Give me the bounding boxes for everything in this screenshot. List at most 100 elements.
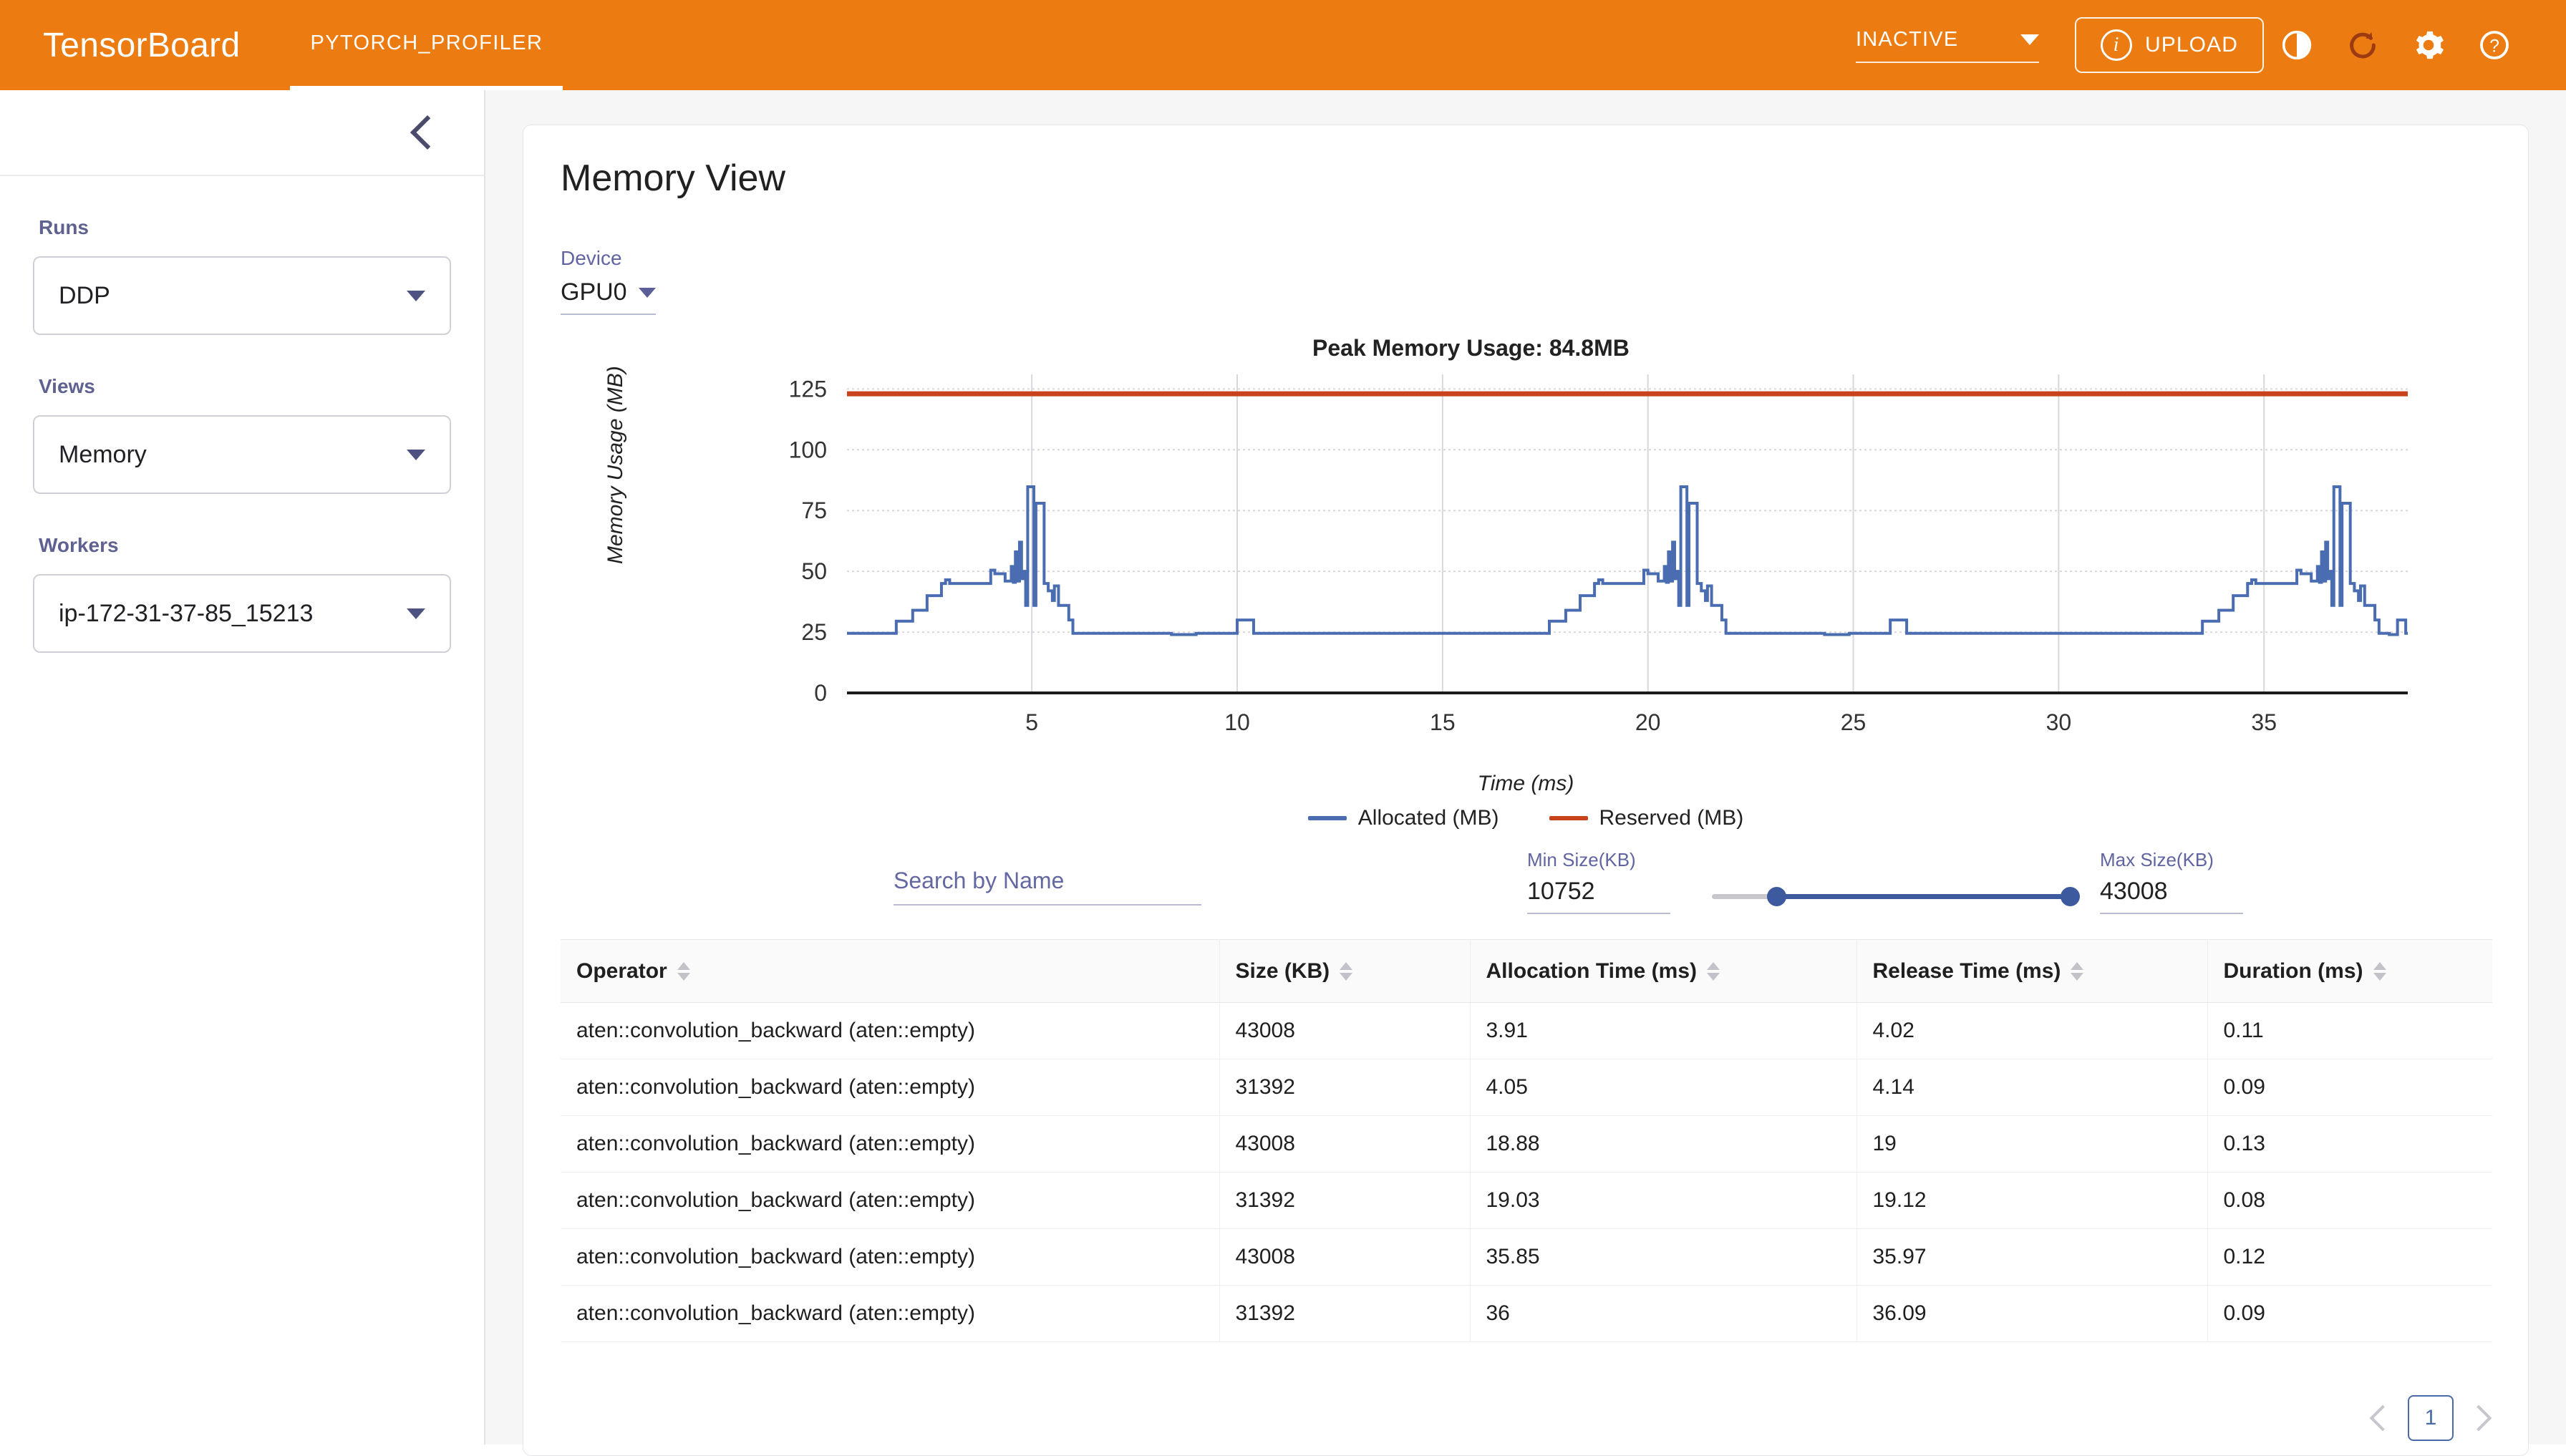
max-size-value[interactable]: 43008 — [2100, 878, 2243, 914]
table-header-1[interactable]: Size (KB) — [1219, 939, 1471, 1003]
svg-text:30: 30 — [2046, 709, 2072, 735]
table-cell: 3.91 — [1470, 1002, 1857, 1059]
page-number-1[interactable]: 1 — [2408, 1395, 2454, 1441]
pagination: 1 — [2369, 1395, 2492, 1441]
help-icon[interactable]: ? — [2461, 12, 2527, 78]
gear-icon[interactable] — [2396, 12, 2461, 78]
chevron-down-icon — [638, 287, 656, 298]
sort-icon[interactable] — [677, 961, 690, 981]
runs-select-value: DDP — [59, 281, 110, 309]
svg-text:50: 50 — [801, 558, 827, 584]
table-cell: aten::convolution_backward (aten::empty) — [561, 1059, 1220, 1116]
table-cell: aten::convolution_backward (aten::empty) — [561, 1002, 1220, 1059]
table-row[interactable]: aten::convolution_backward (aten::empty)… — [561, 1115, 2492, 1173]
table-cell: 0.11 — [2207, 1002, 2492, 1059]
table-cell: 43008 — [1219, 1228, 1471, 1286]
table-cell: 19.03 — [1470, 1172, 1857, 1229]
refresh-icon[interactable] — [2330, 12, 2396, 78]
sort-icon[interactable] — [1707, 961, 1720, 981]
device-label: Device — [561, 247, 622, 269]
collapse-sidebar-icon[interactable] — [410, 115, 445, 150]
device-select[interactable]: GPU0 — [561, 278, 656, 315]
svg-text:5: 5 — [1025, 709, 1038, 735]
chevron-down-icon — [2020, 34, 2040, 45]
chevron-down-icon — [407, 449, 425, 460]
size-range-slider[interactable] — [1712, 887, 2080, 906]
sort-icon[interactable] — [2071, 961, 2084, 981]
table-cell: 31392 — [1219, 1059, 1471, 1116]
chart-legend: Allocated (MB) Reserved (MB) — [561, 806, 2491, 830]
status-dropdown-value: INACTIVE — [1856, 27, 1959, 51]
table-cell: 0.12 — [2207, 1228, 2492, 1286]
views-select-value: Memory — [59, 440, 147, 468]
table-header: Operator Size (KB) Allocation Time (ms) Rel… — [561, 939, 2492, 1003]
table-cell: 0.13 — [2207, 1115, 2492, 1173]
workers-select[interactable]: ip-172-31-37-85_15213 — [33, 574, 451, 653]
table-cell: 0.09 — [2207, 1285, 2492, 1342]
search-input[interactable] — [894, 868, 1201, 894]
workers-select-value: ip-172-31-37-85_15213 — [59, 599, 314, 627]
upload-button[interactable]: i UPLOAD — [2075, 17, 2264, 73]
svg-text:35: 35 — [2251, 709, 2277, 735]
legend-swatch-reserved — [1549, 816, 1588, 820]
table-cell: 36.09 — [1856, 1285, 2208, 1342]
svg-text:125: 125 — [789, 376, 827, 402]
table-cell: aten::convolution_backward (aten::empty) — [561, 1115, 1220, 1173]
table-cell: 35.97 — [1856, 1228, 2208, 1286]
table-header-label: Size (KB) — [1235, 958, 1330, 983]
table-header-3[interactable]: Release Time (ms) — [1856, 939, 2208, 1003]
previous-page-icon[interactable] — [2369, 1404, 2396, 1432]
status-dropdown[interactable]: INACTIVE — [1856, 27, 2040, 63]
table-header-4[interactable]: Duration (ms) — [2207, 939, 2492, 1003]
memory-table: Operator Size (KB) Allocation Time (ms) Rel… — [561, 939, 2492, 1342]
min-size-value[interactable]: 10752 — [1527, 878, 1670, 914]
memory-chart: Peak Memory Usage: 84.8MB Memory Usage (… — [561, 335, 2491, 836]
table-header-2[interactable]: Allocation Time (ms) — [1470, 939, 1857, 1003]
views-select[interactable]: Memory — [33, 415, 451, 494]
sort-icon[interactable] — [1340, 961, 1353, 981]
table-cell: 43008 — [1219, 1115, 1471, 1173]
table-cell: 19.12 — [1856, 1172, 2208, 1229]
svg-text:75: 75 — [801, 498, 827, 523]
main-content: Memory View Device GPU0 Peak Memory Usag… — [485, 90, 2566, 1456]
sidebar-fields: Runs DDP Views Memory Workers ip-172-31-… — [0, 216, 484, 653]
table-header-0[interactable]: Operator — [561, 939, 1220, 1003]
workers-label: Workers — [39, 534, 119, 556]
slider-knob-max[interactable] — [2061, 887, 2080, 906]
table-row[interactable]: aten::convolution_backward (aten::empty)… — [561, 1002, 2492, 1059]
tab-pytorch-profiler[interactable]: PYTORCH_PROFILER — [290, 0, 563, 90]
table-header-label: Release Time (ms) — [1872, 958, 2061, 983]
next-page-icon[interactable] — [2465, 1404, 2492, 1432]
table-header-row: Operator Size (KB) Allocation Time (ms) Rel… — [561, 939, 2492, 1003]
slider-knob-min[interactable] — [1767, 887, 1786, 906]
page-title: Memory View — [561, 157, 786, 199]
table-row[interactable]: aten::convolution_backward (aten::empty)… — [561, 1228, 2492, 1286]
table-row[interactable]: aten::convolution_backward (aten::empty)… — [561, 1285, 2492, 1342]
top-bar: TensorBoard PYTORCH_PROFILER INACTIVE i … — [0, 0, 2566, 90]
app-brand: TensorBoard — [43, 26, 241, 64]
svg-text:20: 20 — [1635, 709, 1661, 735]
svg-text:10: 10 — [1224, 709, 1250, 735]
legend-label-reserved: Reserved (MB) — [1599, 806, 1744, 830]
slider-track-fill — [1776, 894, 2070, 899]
table-row[interactable]: aten::convolution_backward (aten::empty)… — [561, 1172, 2492, 1229]
upload-button-label: UPLOAD — [2145, 33, 2238, 57]
info-icon: i — [2101, 29, 2133, 61]
size-range-filter: Min Size(KB) 10752 Max Size(KB) 43008 — [1527, 843, 2243, 929]
search-field[interactable] — [894, 868, 1201, 906]
table-cell: 18.88 — [1470, 1115, 1857, 1173]
chart-plot-area[interactable]: 0 25 50 75 100 125 5 10 15 20 25 30 35 — [561, 335, 2487, 765]
views-label: Views — [39, 375, 95, 397]
runs-select[interactable]: DDP — [33, 256, 451, 335]
table-row[interactable]: aten::convolution_backward (aten::empty)… — [561, 1059, 2492, 1116]
table-cell: 35.85 — [1470, 1228, 1857, 1286]
svg-text:100: 100 — [789, 437, 827, 462]
table-header-label: Allocation Time (ms) — [1486, 958, 1698, 983]
brightness-icon[interactable] — [2264, 12, 2330, 78]
table-cell: aten::convolution_backward (aten::empty) — [561, 1228, 1220, 1286]
table-cell: 19 — [1856, 1115, 2208, 1173]
chart-y-axis-label: Memory Usage (MB) — [604, 366, 627, 564]
sort-icon[interactable] — [2373, 961, 2386, 981]
legend-item-allocated: Allocated (MB) — [1307, 806, 1499, 830]
table-body: aten::convolution_backward (aten::empty)… — [561, 1002, 2492, 1342]
